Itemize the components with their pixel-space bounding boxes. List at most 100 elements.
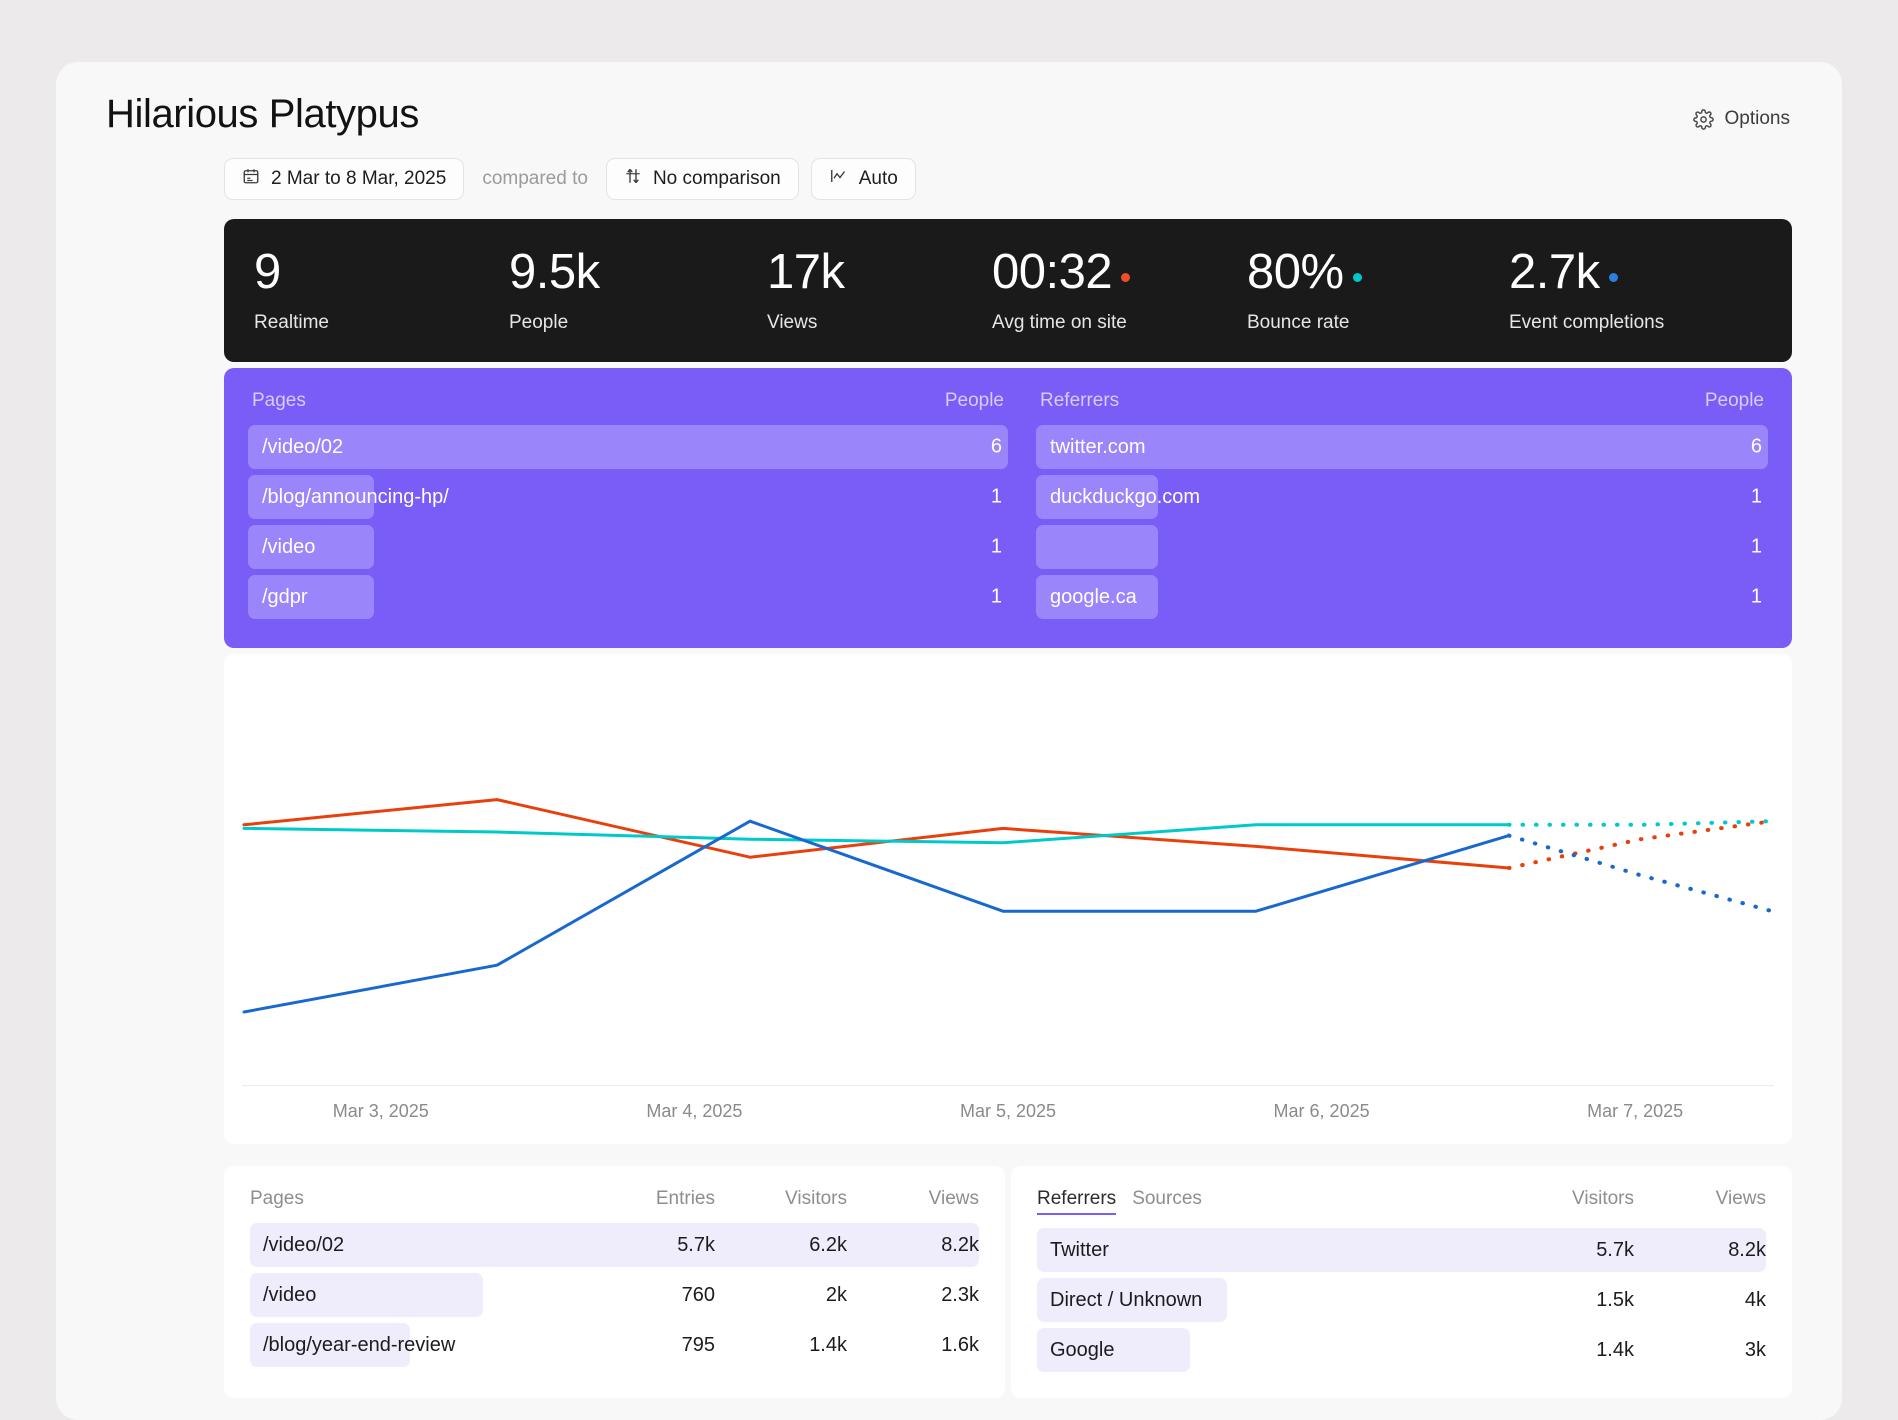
chart-x-tick: Mar 4, 2025 [646, 1101, 743, 1121]
realtime-row-label: /blog/announcing-hp/ [262, 485, 449, 508]
realtime-row[interactable]: duckduckgo.com 1 [1036, 472, 1768, 522]
table-row[interactable]: /video/02 5.7k 6.2k 8.2k [250, 1220, 979, 1270]
table-cell-visitors: 5.7k [1596, 1238, 1634, 1261]
realtime-panel: Pages People /video/02 6/blog/announcing-… [224, 368, 1792, 648]
options-label: Options [1724, 108, 1790, 129]
pages-table: Pages Entries Visitors Views /video/02 5.… [224, 1166, 1005, 1398]
timeseries-chart[interactable]: Mar 3, 2025 Mar 4, 2025 Mar 5, 2025 Mar 6, … [224, 654, 1792, 1144]
kpi-label: Avg time on site [992, 311, 1127, 333]
chart-plot-area [242, 798, 1774, 1014]
table-row[interactable]: Google 1.4k 3k [1037, 1325, 1766, 1375]
table-cell-entries: 5.7k [677, 1233, 715, 1256]
referrers-table-col-visitors: Visitors [1572, 1188, 1634, 1209]
table-cell-entries: 760 [681, 1283, 715, 1306]
table-row[interactable]: /blog/year-end-review 795 1.4k 1.6k [250, 1320, 979, 1370]
realtime-referrers-value-label: People [1704, 390, 1764, 411]
realtime-pages-column-label: Pages [252, 390, 306, 411]
kpi-strip: 9 Realtime 9.5k People 17k Views 00:32 A… [224, 219, 1792, 362]
table-cell-entries: 795 [681, 1333, 715, 1356]
comparison-label: No comparison [652, 168, 781, 189]
table-cell-visitors: 1.5k [1596, 1288, 1634, 1311]
interval-label: Auto [858, 168, 898, 189]
table-row-label: Google [1050, 1338, 1115, 1361]
realtime-row[interactable]: twitter.com 6 [1036, 422, 1768, 472]
comparison-select[interactable]: No comparison [605, 158, 799, 200]
chart-axis-line [242, 1085, 1774, 1086]
table-row[interactable]: Twitter 5.7k 8.2k [1037, 1225, 1766, 1275]
realtime-row-label: twitter.com [1050, 435, 1146, 458]
table-row[interactable]: /video 760 2k 2.3k [250, 1270, 979, 1320]
realtime-row-label: google.ca [1050, 585, 1137, 608]
pages-table-col-views: Views [928, 1188, 979, 1209]
table-cell-views: 2.3k [941, 1283, 979, 1306]
kpi-value: 2.7k [1509, 245, 1600, 300]
realtime-row[interactable]: google.ca 1 [1036, 572, 1768, 622]
table-cell-views: 8.2k [1728, 1238, 1766, 1261]
realtime-row-value: 1 [1750, 485, 1762, 508]
chart-x-tick: Mar 6, 2025 [1273, 1101, 1370, 1121]
tab-referrers[interactable]: Referrers [1037, 1188, 1117, 1215]
realtime-row[interactable]: /blog/announcing-hp/1 [248, 472, 1008, 522]
chart-x-tick: Mar 7, 2025 [1587, 1101, 1684, 1121]
page-title: Hilarious Platypus [106, 92, 419, 136]
realtime-pages-list: Pages People /video/02 6/blog/announcing-… [248, 390, 1008, 622]
table-row-label: /video/02 [263, 1233, 345, 1256]
table-cell-views: 1.6k [941, 1333, 979, 1356]
realtime-row-value: 6 [1750, 435, 1762, 458]
kpi-value: 00:32 [992, 245, 1113, 300]
realtime-row-value: 6 [990, 435, 1002, 458]
compared-to-label: compared to [482, 168, 588, 189]
realtime-row[interactable]: /gdpr 1 [248, 572, 1008, 622]
kpi-label: People [509, 311, 569, 333]
realtime-row-value: 1 [990, 485, 1002, 508]
realtime-row[interactable]: 1 [1036, 522, 1768, 572]
realtime-row-value: 1 [1750, 535, 1762, 558]
series-dot-event-completions [1608, 273, 1618, 283]
pages-table-col-visitors: Visitors [785, 1188, 847, 1209]
kpi-value: 9 [254, 245, 281, 300]
realtime-row-value: 1 [990, 535, 1002, 558]
realtime-row-bar [1036, 525, 1158, 569]
kpi-views: 17k Views [765, 245, 990, 333]
chart-forecast-event-completions [1507, 833, 1774, 914]
table-cell-visitors: 6.2k [809, 1233, 847, 1256]
realtime-row-label: duckduckgo.com [1050, 485, 1201, 508]
chart-x-tick: Mar 3, 2025 [332, 1101, 429, 1121]
gear-icon [1692, 108, 1714, 130]
chart-line-avg-time-on-site [242, 798, 1511, 870]
interval-select[interactable]: Auto [810, 158, 916, 200]
realtime-row-label: /video/02 [262, 435, 344, 458]
table-row[interactable]: Direct / Unknown 1.5k 4k [1037, 1275, 1766, 1325]
realtime-pages-value-label: People [944, 390, 1004, 411]
series-dot-avg-time [1121, 273, 1131, 283]
table-cell-views: 4k [1744, 1288, 1766, 1311]
realtime-row[interactable]: /video 1 [248, 522, 1008, 572]
realtime-row-value: 1 [1750, 585, 1762, 608]
chart-forecast-bounce-rate [1507, 819, 1774, 827]
realtime-row-bar [1036, 425, 1768, 469]
referrers-table-col-views: Views [1715, 1188, 1766, 1209]
kpi-label: Bounce rate [1247, 311, 1350, 333]
kpi-people: 9.5k People [507, 246, 765, 333]
table-row-label: Direct / Unknown [1050, 1288, 1203, 1311]
pages-table-col-entries: Entries [655, 1188, 715, 1209]
date-range-picker[interactable]: 2 Mar to 8 Mar, 2025 [224, 158, 465, 200]
kpi-label: Event completions [1509, 311, 1665, 333]
dashboard-window: Hilarious Platypus Options 2 Mar to 8 Ma… [56, 62, 1842, 1420]
referrers-table: Referrers Sources Visitors Views Twitter… [1011, 1166, 1792, 1398]
date-range-label: 2 Mar to 8 Mar, 2025 [271, 168, 447, 189]
kpi-value: 17k [767, 245, 845, 300]
table-cell-visitors: 1.4k [1596, 1338, 1634, 1361]
header: Hilarious Platypus Options [56, 62, 1842, 138]
table-row-label: Twitter [1050, 1238, 1109, 1261]
kpi-realtime: 9 Realtime [252, 245, 507, 333]
realtime-row[interactable]: /video/02 6 [248, 422, 1008, 472]
options-button[interactable]: Options [1692, 108, 1790, 130]
kpi-label: Realtime [254, 311, 329, 333]
chart-line-bounce-rate [242, 823, 1511, 845]
table-cell-visitors: 1.4k [809, 1333, 847, 1356]
tab-sources[interactable]: Sources [1132, 1188, 1202, 1210]
realtime-row-label: /video [262, 535, 316, 558]
bottom-tables: Pages Entries Visitors Views /video/02 5.… [224, 1166, 1792, 1398]
chart-x-axis: Mar 3, 2025 Mar 4, 2025 Mar 5, 2025 Mar 6, … [224, 1101, 1792, 1122]
